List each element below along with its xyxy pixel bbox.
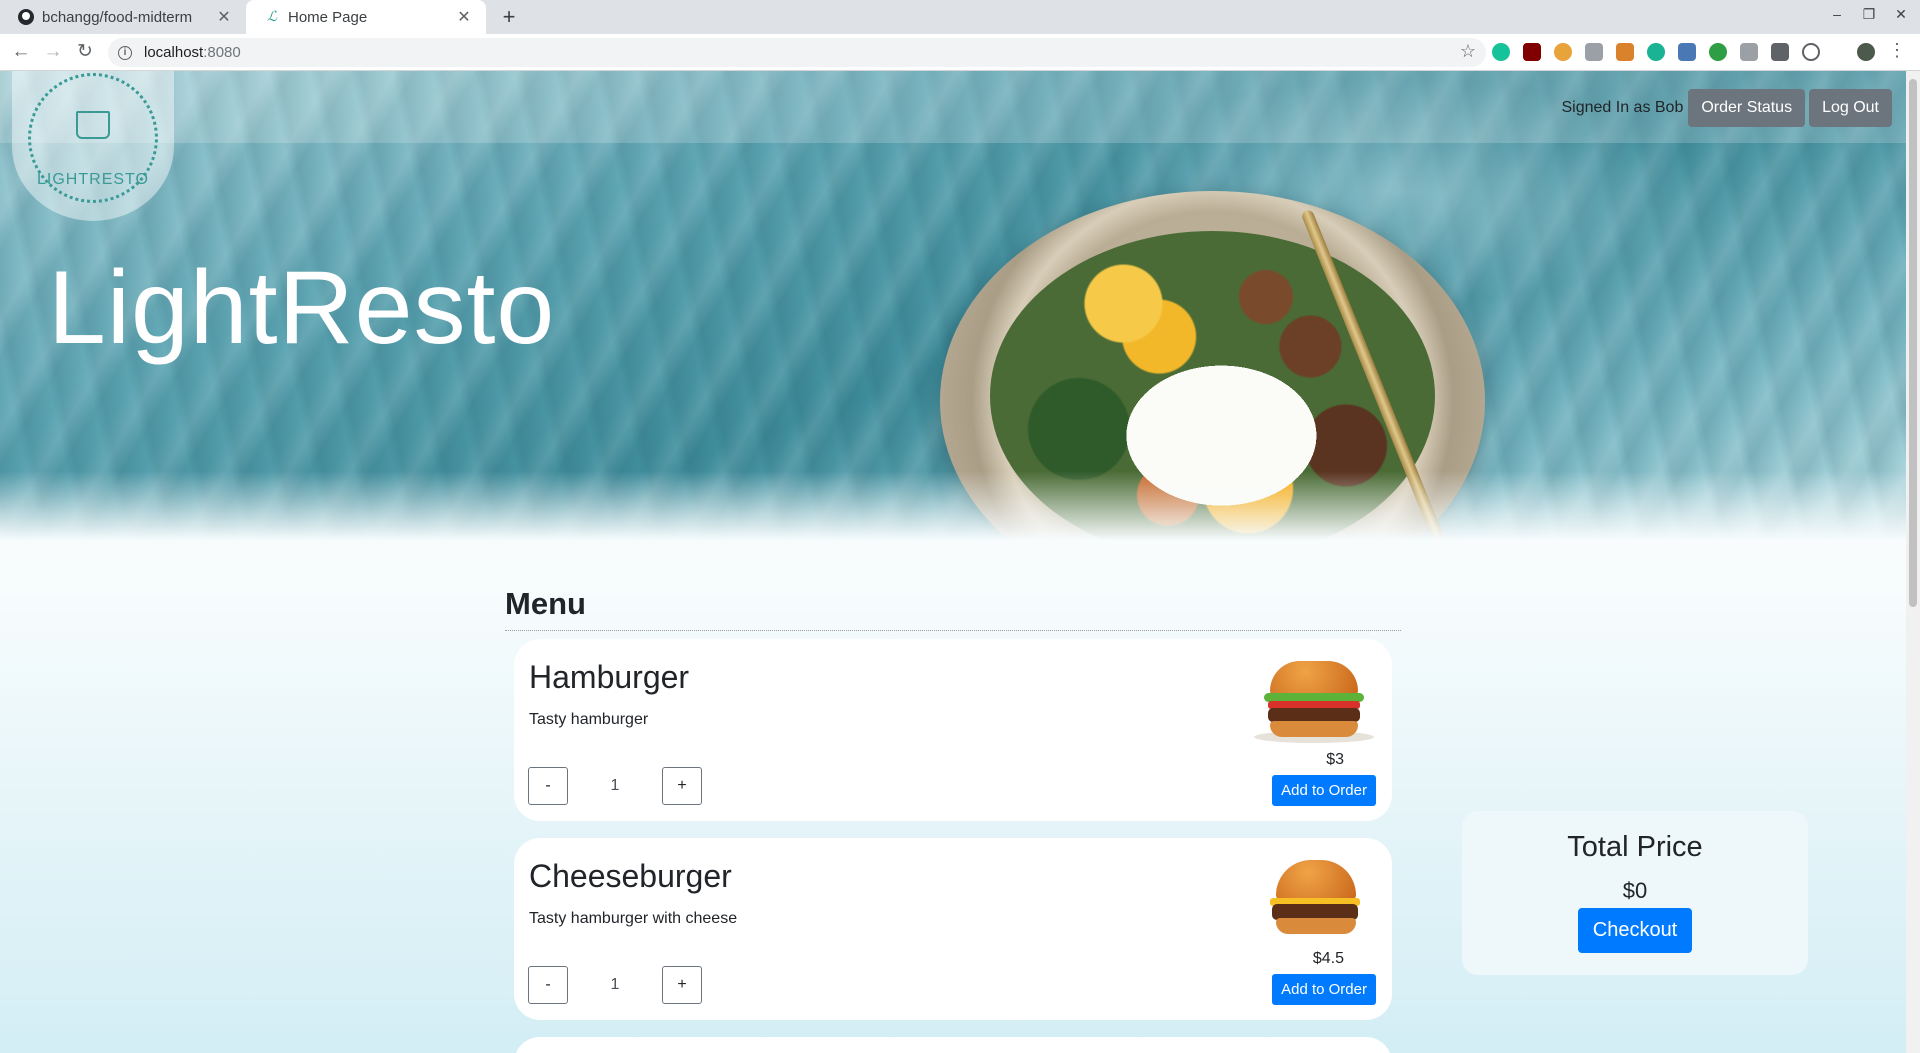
forward-icon[interactable]: → bbox=[40, 39, 66, 65]
menu-item-card: Hamburger Tasty hamburger - + $3 Add to … bbox=[514, 639, 1392, 821]
info-icon[interactable]: i bbox=[118, 45, 132, 60]
code-extension-icon[interactable] bbox=[1585, 43, 1603, 61]
browser-toolbar: ← → ↻ i localhost:8080 ☆ ⋮ bbox=[0, 34, 1920, 71]
extension-icon[interactable] bbox=[1802, 43, 1820, 61]
extension-icon[interactable] bbox=[1678, 43, 1696, 61]
item-price: $4.5 bbox=[1312, 950, 1344, 967]
bun-shape bbox=[1270, 721, 1358, 737]
salad-image bbox=[990, 231, 1435, 541]
add-to-order-button[interactable]: Add to Order bbox=[1272, 974, 1376, 1005]
tab-strip: bchangg/food-midterm ✕ ℒ Home Page ✕ + –… bbox=[0, 0, 1920, 34]
total-value: $0 bbox=[1622, 878, 1648, 903]
tab-title: bchangg/food-midterm bbox=[42, 8, 193, 26]
extension-icon[interactable] bbox=[1554, 43, 1572, 61]
hamburger-image bbox=[1250, 659, 1378, 745]
bun-shape bbox=[1276, 918, 1356, 934]
menu-item-card bbox=[514, 1037, 1392, 1053]
order-status-button[interactable]: Order Status bbox=[1688, 89, 1806, 127]
browser-menu-icon[interactable]: ⋮ bbox=[1888, 40, 1906, 61]
increment-button[interactable]: + bbox=[662, 767, 702, 805]
cheeseburger-image bbox=[1250, 858, 1378, 944]
extension-icon[interactable] bbox=[1771, 43, 1789, 61]
increment-button[interactable]: + bbox=[662, 966, 702, 1004]
quantity-stepper: - + bbox=[528, 966, 702, 1004]
github-icon bbox=[18, 9, 34, 25]
add-to-order-button[interactable]: Add to Order bbox=[1272, 775, 1376, 806]
bun-shape bbox=[1276, 860, 1356, 900]
page-viewport: LIGHTRESTO LightResto Signed In as Bob O… bbox=[0, 71, 1920, 1053]
new-tab-button[interactable]: + bbox=[496, 4, 522, 30]
patty-shape bbox=[1268, 708, 1360, 722]
close-tab-icon[interactable]: ✕ bbox=[456, 7, 472, 27]
signed-in-text: Signed In as Bob bbox=[1561, 99, 1684, 116]
minimize-icon[interactable]: – bbox=[1826, 6, 1848, 22]
vertical-scrollbar[interactable] bbox=[1906, 71, 1920, 1053]
extension-icon[interactable] bbox=[1616, 43, 1634, 61]
video-extension-icon[interactable] bbox=[1740, 43, 1758, 61]
cup-icon bbox=[76, 111, 110, 139]
item-name: Cheeseburger bbox=[529, 858, 732, 894]
grammarly-extension-icon[interactable] bbox=[1492, 43, 1510, 61]
order-total-panel: Total Price $0 Checkout bbox=[1462, 811, 1808, 975]
address-bar[interactable]: i localhost:8080 ☆ bbox=[108, 38, 1486, 67]
decrement-button[interactable]: - bbox=[528, 966, 568, 1004]
item-description: Tasty hamburger bbox=[529, 711, 649, 728]
site-title: LightResto bbox=[48, 250, 556, 366]
back-icon[interactable]: ← bbox=[8, 39, 34, 65]
tab-github[interactable]: bchangg/food-midterm ✕ bbox=[0, 0, 246, 34]
restore-icon[interactable]: ❐ bbox=[1858, 6, 1880, 23]
menu-divider bbox=[505, 630, 1401, 631]
decrement-button[interactable]: - bbox=[528, 767, 568, 805]
logo-text: LIGHTRESTO bbox=[37, 171, 149, 188]
menu-heading: Menu bbox=[505, 586, 586, 621]
logout-button[interactable]: Log Out bbox=[1809, 89, 1892, 127]
quantity-stepper: - + bbox=[528, 767, 702, 805]
checkout-button[interactable]: Checkout bbox=[1577, 908, 1693, 953]
quantity-input[interactable] bbox=[568, 767, 662, 805]
lightresto-favicon-icon: ℒ bbox=[266, 9, 278, 25]
item-price: $3 bbox=[1326, 751, 1344, 768]
extension-icon[interactable] bbox=[1647, 43, 1665, 61]
scrollbar-thumb[interactable] bbox=[1909, 79, 1917, 607]
menu-item-card: Cheeseburger Tasty hamburger with cheese… bbox=[514, 838, 1392, 1020]
reload-icon[interactable]: ↻ bbox=[72, 39, 98, 65]
profile-avatar[interactable] bbox=[1857, 43, 1875, 61]
extension-icon[interactable] bbox=[1709, 43, 1727, 61]
bookmark-star-icon[interactable]: ☆ bbox=[1460, 41, 1476, 62]
item-description: Tasty hamburger with cheese bbox=[529, 910, 738, 927]
total-title: Total Price bbox=[1567, 831, 1703, 863]
bun-shape bbox=[1270, 661, 1358, 695]
tab-home-page[interactable]: ℒ Home Page ✕ bbox=[246, 0, 486, 34]
close-tab-icon[interactable]: ✕ bbox=[216, 7, 232, 27]
tab-title: Home Page bbox=[288, 8, 368, 26]
item-name: Hamburger bbox=[529, 659, 690, 695]
url-port: :8080 bbox=[203, 44, 241, 61]
quantity-input[interactable] bbox=[568, 966, 662, 1004]
close-window-icon[interactable]: ✕ bbox=[1890, 6, 1912, 23]
url-host: localhost bbox=[144, 44, 204, 61]
ublock-extension-icon[interactable] bbox=[1523, 43, 1541, 61]
site-logo[interactable]: LIGHTRESTO bbox=[12, 71, 174, 221]
auth-bar: Signed In as Bob Order Status Log Out bbox=[1561, 89, 1892, 127]
